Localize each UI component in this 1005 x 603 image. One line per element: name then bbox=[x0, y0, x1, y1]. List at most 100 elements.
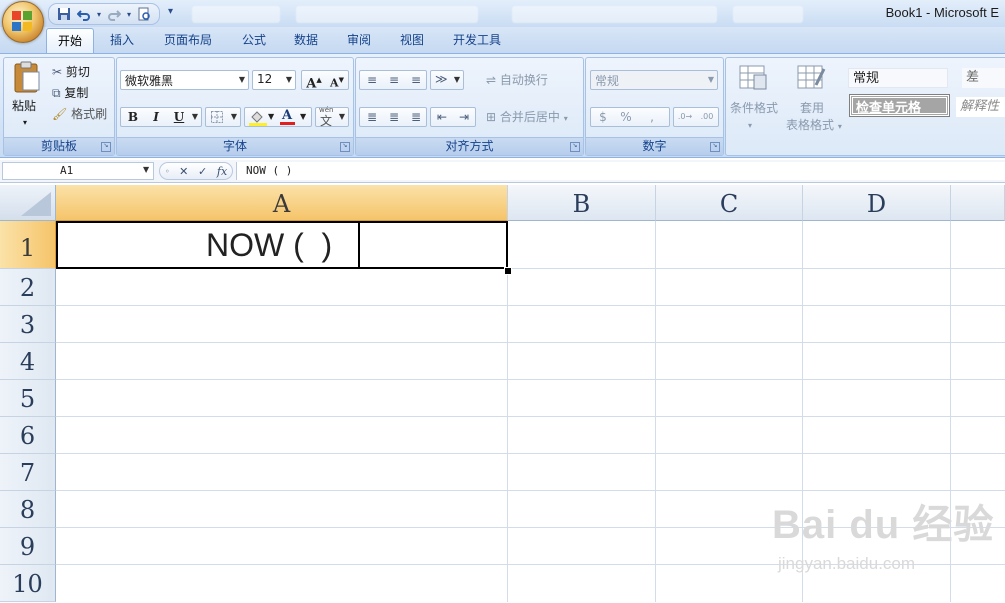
bold-button[interactable]: B bbox=[122, 108, 144, 126]
format-painter-label: 格式刷 bbox=[71, 107, 108, 121]
redo-icon[interactable] bbox=[105, 5, 123, 23]
clipboard-launcher-icon[interactable]: ↘ bbox=[101, 142, 111, 152]
wrap-text-button[interactable]: ⇌ 自动换行 bbox=[486, 70, 548, 90]
align-middle-icon[interactable]: ≡ bbox=[383, 71, 405, 89]
fill-handle[interactable] bbox=[504, 267, 512, 275]
align-bottom-icon[interactable]: ≡ bbox=[405, 71, 427, 89]
copy-button[interactable]: ⧉ 复制 bbox=[52, 83, 88, 103]
gridline bbox=[56, 527, 1005, 528]
font-size-select[interactable]: 12 ▼ bbox=[252, 70, 296, 90]
borders-button[interactable]: ▼ bbox=[205, 107, 241, 127]
align-top-icon[interactable]: ≡ bbox=[361, 71, 383, 89]
increase-decimal-icon[interactable]: .0→ bbox=[674, 108, 696, 126]
office-button[interactable] bbox=[2, 1, 44, 43]
column-header-a[interactable]: A bbox=[56, 185, 508, 221]
formula-input[interactable]: NOW ( ) bbox=[236, 162, 1005, 180]
redo-dropdown-icon[interactable]: ▾ bbox=[125, 5, 133, 23]
number-format-select[interactable]: 常规 ▼ bbox=[590, 70, 718, 90]
row-header-7[interactable]: 7 bbox=[0, 454, 56, 491]
comma-button[interactable]: , bbox=[641, 108, 663, 126]
ribbon-tabs: 开始 插入 页面布局 公式 数据 审阅 视图 开发工具 bbox=[0, 27, 1005, 53]
column-header-b[interactable]: B bbox=[508, 185, 656, 221]
row-header-2[interactable]: 2 bbox=[0, 269, 56, 306]
tab-home[interactable]: 开始 bbox=[46, 28, 94, 53]
enter-icon[interactable]: ✓ bbox=[198, 165, 207, 178]
font-resize-group: A▲ A▼ bbox=[301, 70, 349, 91]
font-name-select[interactable]: 微软雅黑 ▼ bbox=[120, 70, 249, 90]
row-header-4[interactable]: 4 bbox=[0, 343, 56, 380]
font-launcher-icon[interactable]: ↘ bbox=[340, 142, 350, 152]
align-right-icon[interactable]: ≣ bbox=[405, 108, 427, 126]
row-header-5[interactable]: 5 bbox=[0, 380, 56, 417]
decrease-indent-icon[interactable]: ⇤ bbox=[431, 108, 453, 126]
currency-icon[interactable]: $ bbox=[592, 108, 614, 126]
row-header-1[interactable]: 1 bbox=[0, 221, 56, 269]
cancel-icon[interactable]: ✕ bbox=[179, 165, 188, 178]
tab-data[interactable]: 数据 bbox=[284, 28, 328, 52]
decrease-decimal-icon[interactable]: .00 bbox=[696, 108, 718, 126]
tab-formulas[interactable]: 公式 bbox=[232, 28, 276, 52]
chevron-down-icon: ▼ bbox=[285, 75, 292, 84]
column-header-c[interactable]: C bbox=[656, 185, 803, 221]
alignment-launcher-icon[interactable]: ↘ bbox=[570, 142, 580, 152]
column-header-d[interactable]: D bbox=[803, 185, 951, 221]
merge-center-button[interactable]: ⊞ 合并后居中 ▾ bbox=[486, 107, 568, 127]
row-header-6[interactable]: 6 bbox=[0, 417, 56, 454]
select-all-button[interactable] bbox=[0, 185, 56, 221]
name-box-dropdown-icon[interactable]: ▼ bbox=[143, 165, 149, 174]
name-box[interactable]: A1 bbox=[2, 162, 154, 180]
cut-button[interactable]: ✂ 剪切 bbox=[52, 62, 90, 82]
undo-dropdown-icon[interactable]: ▾ bbox=[95, 5, 103, 23]
gridline bbox=[56, 342, 1005, 343]
tab-view[interactable]: 视图 bbox=[390, 28, 434, 52]
gridline bbox=[950, 221, 951, 602]
align-left-icon[interactable]: ≣ bbox=[361, 108, 383, 126]
font-color-dropdown-icon[interactable]: ▼ bbox=[300, 108, 306, 126]
customize-qat-icon[interactable]: ▾ bbox=[168, 6, 173, 17]
fill-color-icon[interactable] bbox=[249, 110, 267, 129]
format-as-table-icon[interactable] bbox=[796, 63, 826, 93]
indent-group: ⇤ ⇥ bbox=[430, 107, 476, 127]
style-bad[interactable]: 差 bbox=[962, 68, 1005, 88]
print-preview-icon[interactable] bbox=[135, 5, 153, 23]
orientation-icon: ≫ bbox=[435, 72, 448, 86]
align-center-icon[interactable]: ≣ bbox=[383, 108, 405, 126]
underline-button[interactable]: U bbox=[168, 108, 190, 126]
format-as-table-label2[interactable]: 表格格式 ▾ bbox=[786, 115, 842, 135]
percent-button[interactable]: % bbox=[615, 108, 637, 126]
paste-icon[interactable] bbox=[10, 60, 46, 94]
row-header-3[interactable]: 3 bbox=[0, 306, 56, 343]
orientation-button[interactable]: ≫ ▼ bbox=[430, 70, 464, 90]
tab-review[interactable]: 审阅 bbox=[337, 28, 381, 52]
vertical-align-group: ≡ ≡ ≡ bbox=[359, 70, 427, 90]
row-header-10[interactable]: 10 bbox=[0, 565, 56, 602]
shrink-font-button[interactable]: A▼ bbox=[326, 71, 348, 90]
format-painter-button[interactable]: 🖌 格式刷 bbox=[52, 104, 107, 124]
italic-button[interactable]: I bbox=[145, 108, 167, 126]
phonetic-button[interactable]: wén 文 ▼ bbox=[315, 106, 349, 128]
grow-font-button[interactable]: A▲ bbox=[303, 71, 325, 91]
style-check-cell[interactable]: 检查单元格 bbox=[849, 94, 950, 117]
style-explanatory[interactable]: 解释性 bbox=[956, 97, 1005, 117]
row-header-9[interactable]: 9 bbox=[0, 528, 56, 565]
gridline bbox=[802, 221, 803, 602]
insert-function-icon[interactable]: fx bbox=[217, 165, 227, 178]
row-header-8[interactable]: 8 bbox=[0, 491, 56, 528]
conditional-format-button[interactable]: 条件格式 bbox=[730, 98, 778, 118]
number-launcher-icon[interactable]: ↘ bbox=[710, 142, 720, 152]
column-header-e[interactable] bbox=[951, 185, 1005, 221]
tab-insert[interactable]: 插入 bbox=[100, 28, 144, 52]
cell-a1[interactable]: NOW ( ) bbox=[56, 221, 508, 269]
style-normal[interactable]: 常规 bbox=[848, 68, 948, 88]
increase-indent-icon[interactable]: ⇥ bbox=[453, 108, 475, 126]
undo-icon[interactable] bbox=[75, 5, 93, 23]
fill-color-dropdown-icon[interactable]: ▼ bbox=[268, 108, 274, 126]
conditional-format-icon[interactable] bbox=[738, 63, 768, 93]
save-icon[interactable] bbox=[55, 5, 73, 23]
paste-dropdown-icon[interactable]: ▾ bbox=[23, 113, 27, 133]
underline-dropdown-icon[interactable]: ▼ bbox=[192, 108, 198, 126]
tab-developer[interactable]: 开发工具 bbox=[444, 28, 510, 52]
cut-label: 剪切 bbox=[65, 65, 90, 79]
merge-center-icon: ⊞ bbox=[486, 110, 497, 124]
tab-page-layout[interactable]: 页面布局 bbox=[156, 28, 220, 52]
